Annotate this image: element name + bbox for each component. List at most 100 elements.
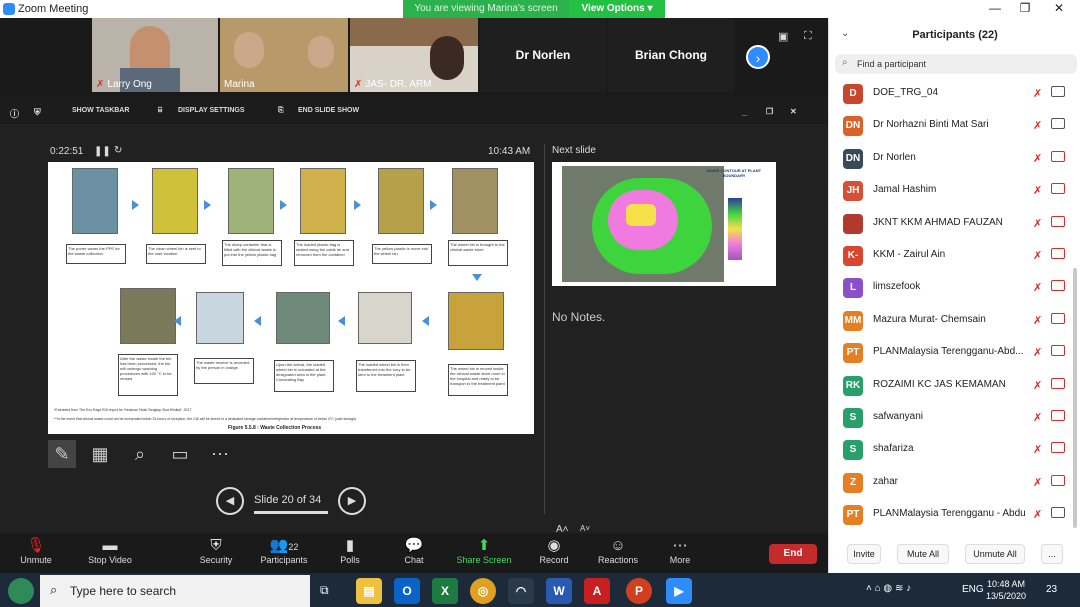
pen-icon[interactable]: ✎: [48, 440, 76, 468]
participant-row[interactable]: Llimszefook ✗: [829, 272, 1075, 304]
video-off-icon[interactable]: [1051, 280, 1065, 292]
display-settings-icon[interactable]: ⌸: [158, 107, 162, 115]
more-options-icon[interactable]: ⋯: [206, 440, 234, 468]
notification-badge[interactable]: 23: [1046, 584, 1057, 595]
chrome-icon[interactable]: ◎: [470, 578, 496, 604]
participant-row[interactable]: Sshafariza ✗: [829, 434, 1075, 466]
chat-button[interactable]: 💬 Chat: [384, 537, 444, 573]
excel-icon[interactable]: X: [432, 578, 458, 604]
taskbar-clock[interactable]: 10:48 AM 13/5/2020: [980, 578, 1032, 602]
stop-video-button[interactable]: ▬ Stop Video: [80, 537, 140, 573]
video-icon[interactable]: [1051, 507, 1065, 519]
end-show-icon[interactable]: ⎘: [278, 107, 284, 115]
muted-mic-icon[interactable]: ✗: [1033, 87, 1042, 100]
zoom-icon[interactable]: ⌕: [126, 440, 154, 468]
participant-row[interactable]: JKNT KKM AHMAD FAUZAN ✗: [829, 208, 1075, 240]
screen-icon[interactable]: ▭: [166, 440, 194, 468]
muted-mic-icon[interactable]: ✗: [1033, 379, 1042, 392]
end-slide-show-button[interactable]: END SLIDE SHOW: [298, 107, 359, 114]
video-off-icon[interactable]: [1051, 410, 1065, 421]
participant-row[interactable]: D DOE_TRG_04 ✗: [829, 78, 1075, 110]
muted-mic-icon[interactable]: ✗: [1033, 249, 1042, 262]
video-off-icon[interactable]: [1051, 215, 1065, 227]
mute-all-button[interactable]: Mute All: [897, 544, 949, 564]
unmute-button[interactable]: 🎙 Unmute: [6, 537, 66, 573]
video-off-icon[interactable]: [1051, 474, 1065, 486]
video-off-icon[interactable]: [1051, 377, 1065, 389]
muted-mic-icon[interactable]: ✗: [1033, 314, 1042, 327]
participant-row[interactable]: MM Mazura Murat- Chemsain ✗: [829, 305, 1075, 337]
muted-mic-icon[interactable]: ✗: [1033, 476, 1042, 489]
muted-mic-icon[interactable]: ✗: [1033, 281, 1042, 294]
participant-row[interactable]: RK ROZAIMI KC JAS KEMAMAN ✗: [829, 370, 1075, 402]
participant-row[interactable]: PT PLANMalaysia Terengganu - Abdullah ✗: [829, 499, 1075, 531]
inner-minimize[interactable]: _: [742, 107, 747, 117]
participant-row[interactable]: DN Dr Norhazni Binti Mat Sari ✗: [829, 110, 1075, 142]
next-slide-preview[interactable]: NOISE CONTOUR AT PLANT BOUNDARY: [552, 162, 776, 286]
muted-mic-icon[interactable]: ✗: [1033, 217, 1042, 230]
video-icon[interactable]: [1051, 86, 1065, 97]
see-all-slides-icon[interactable]: ▦: [86, 440, 114, 468]
zoom-taskbar-icon[interactable]: ▶: [666, 578, 692, 604]
file-explorer-icon[interactable]: ▤: [356, 578, 382, 604]
taskbar-search-input[interactable]: Type here to search: [40, 575, 310, 607]
display-settings-button[interactable]: DISPLAY SETTINGS: [178, 107, 245, 114]
security-button[interactable]: ⛨ Security: [186, 537, 246, 573]
invite-button[interactable]: Invite: [847, 544, 881, 564]
close-button[interactable]: ✕: [1042, 0, 1076, 18]
video-icon[interactable]: [1051, 118, 1065, 130]
scrollbar[interactable]: [1073, 268, 1077, 528]
video-thumbnail[interactable]: ✗ Larry Ong: [92, 18, 218, 92]
inner-restore[interactable]: ❐: [766, 107, 773, 116]
video-off-icon[interactable]: [1051, 442, 1065, 454]
pause-icon[interactable]: ❚❚: [94, 146, 111, 157]
participants-button[interactable]: 👥22 Participants: [254, 537, 314, 573]
participant-search-input[interactable]: Find a participant: [835, 54, 1077, 74]
maximize-button[interactable]: ❐: [1008, 0, 1042, 18]
video-thumbnail[interactable]: ✗ JAS- DR. ARM: [350, 18, 478, 92]
muted-mic-icon[interactable]: ✗: [1033, 443, 1042, 456]
info-icon[interactable]: ⓘ: [10, 107, 19, 120]
gallery-view-icon[interactable]: ▣: [778, 30, 788, 43]
video-thumbnail[interactable]: Marina: [220, 18, 348, 92]
shield-icon[interactable]: ⛨: [34, 107, 41, 118]
unmute-all-button[interactable]: Unmute All: [965, 544, 1025, 564]
video-off-icon[interactable]: [1051, 312, 1065, 324]
video-off-icon[interactable]: [1051, 150, 1065, 162]
participant-row[interactable]: JH Jamal Hashim ✗: [829, 175, 1075, 207]
end-meeting-button[interactable]: End: [769, 544, 817, 564]
decrease-font-icon[interactable]: A˅: [580, 524, 590, 533]
participant-row[interactable]: PT PLANMalaysia Terengganu-Abd... ✗: [829, 337, 1075, 369]
start-logo-icon[interactable]: [8, 578, 34, 604]
participant-row[interactable]: K- KKM - Zairul Ain ✗: [829, 240, 1075, 272]
muted-mic-icon[interactable]: ✗: [1033, 184, 1042, 197]
muted-mic-icon[interactable]: ✗: [1033, 119, 1042, 132]
acrobat-icon[interactable]: A: [584, 578, 610, 604]
polls-button[interactable]: ▮ Polls: [320, 537, 380, 573]
inner-close[interactable]: ✕: [790, 107, 797, 116]
word-icon[interactable]: W: [546, 578, 572, 604]
reactions-button[interactable]: ☺ Reactions: [588, 537, 648, 573]
muted-mic-icon[interactable]: ✗: [1033, 508, 1042, 521]
name-tile[interactable]: Brian Chong: [608, 18, 734, 92]
outlook-icon[interactable]: O: [394, 578, 420, 604]
reset-timer-icon[interactable]: ↻: [114, 145, 122, 156]
video-off-icon[interactable]: [1051, 248, 1065, 259]
participant-row[interactable]: Zzahar ✗: [829, 467, 1075, 499]
next-page-icon[interactable]: ›: [746, 45, 770, 69]
video-off-icon[interactable]: [1051, 345, 1065, 357]
muted-mic-icon[interactable]: ✗: [1033, 411, 1042, 424]
record-button[interactable]: ◉ Record: [524, 537, 584, 573]
video-off-icon[interactable]: [1051, 183, 1065, 195]
more-options-button[interactable]: ...: [1041, 544, 1063, 564]
participant-row[interactable]: DN Dr Norlen ✗: [829, 143, 1075, 175]
name-tile[interactable]: Dr Norlen: [480, 18, 606, 92]
system-tray-icons[interactable]: ˄ ⌂ ◍ ≋ ♪: [866, 583, 911, 594]
participant-row[interactable]: Ssafwanyani ✗: [829, 402, 1075, 434]
muted-mic-icon[interactable]: ✗: [1033, 346, 1042, 359]
more-button[interactable]: ⋯ More: [650, 537, 710, 573]
share-screen-button[interactable]: ⬆ Share Screen: [454, 537, 514, 573]
powerpoint-icon[interactable]: P: [626, 578, 652, 604]
task-view-icon[interactable]: ⧉: [320, 583, 329, 598]
minimize-button[interactable]: —: [978, 0, 1012, 18]
